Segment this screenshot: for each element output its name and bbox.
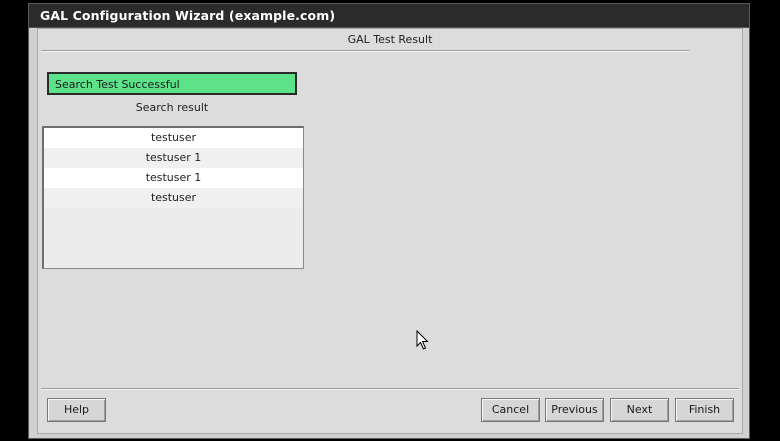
footer-divider (41, 388, 739, 390)
heading-divider (41, 50, 689, 52)
mouse-pointer-icon (416, 330, 429, 350)
cancel-button[interactable]: Cancel (481, 398, 540, 422)
finish-button[interactable]: Finish (675, 398, 734, 422)
title-bar[interactable]: GAL Configuration Wizard (example.com) (29, 4, 749, 28)
list-item[interactable]: testuser (44, 128, 303, 148)
window-title: GAL Configuration Wizard (example.com) (40, 8, 336, 23)
wizard-dialog: GAL Configuration Wizard (example.com) G… (28, 3, 750, 439)
list-item[interactable]: testuser (44, 188, 303, 208)
status-banner: Search Test Successful (47, 72, 297, 95)
page-heading: GAL Test Result (347, 33, 433, 46)
next-button[interactable]: Next (610, 398, 669, 422)
list-item[interactable]: testuser 1 (44, 168, 303, 188)
wizard-content: GAL Test Result Search Test Successful S… (37, 28, 743, 434)
previous-button[interactable]: Previous (545, 398, 604, 422)
search-result-list[interactable]: testuser testuser 1 testuser 1 testuser (42, 126, 304, 269)
list-item[interactable]: testuser 1 (44, 148, 303, 168)
help-button[interactable]: Help (47, 398, 106, 422)
status-text: Search Test Successful (55, 78, 180, 91)
result-caption: Search result (135, 101, 209, 114)
